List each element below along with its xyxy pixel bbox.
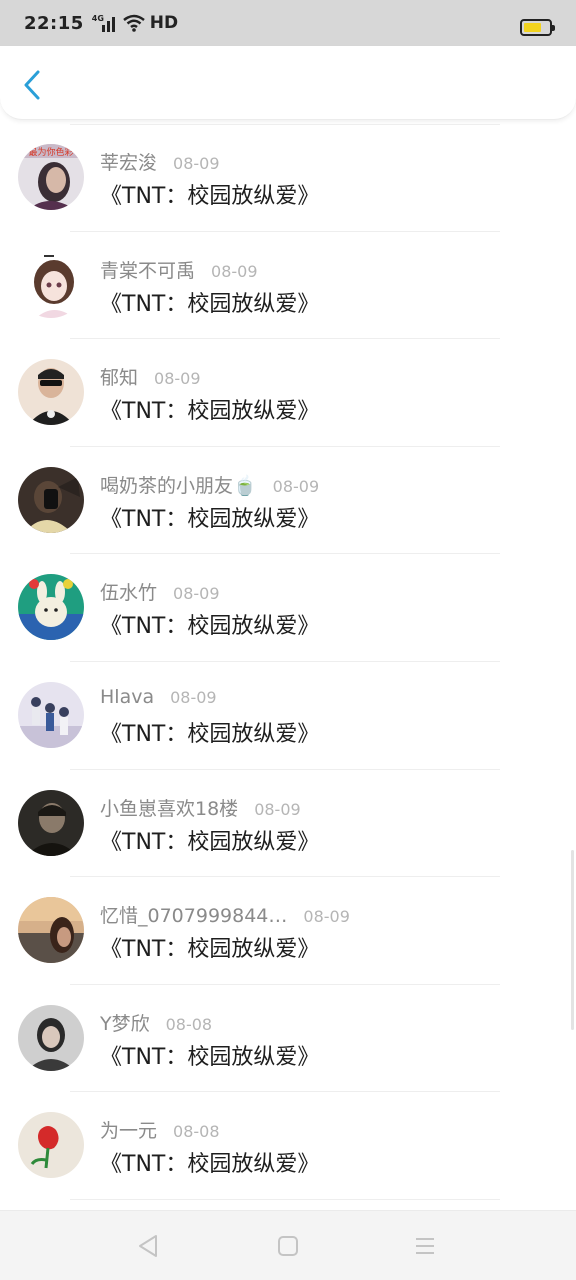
svg-text:最为你色彩: 最为你色彩 [28,146,73,158]
post-date: 08-09 [211,261,258,281]
name-line: 忆惜_0707999844… 08-09 [100,901,350,928]
book-title[interactable]: 《TNT：校园放纵爱》 [100,178,319,210]
triangle-back-icon[interactable] [136,1233,162,1259]
network-label: 4G [91,14,104,23]
user-name[interactable]: 喝奶茶的小朋友🍵 [100,471,257,498]
book-title[interactable]: 《TNT：校园放纵爱》 [100,1039,319,1071]
status-time: 22:15 [24,12,84,34]
user-name[interactable]: 小鱼崽喜欢18楼 [100,794,238,821]
name-line: 郁知 08-09 [100,363,201,390]
user-name[interactable]: 伍水竹 [100,578,157,605]
list-item[interactable]: 最为你色彩 莘宏浚 08-09 《TNT：校园放纵爱》 [0,124,576,232]
hd-label: HD [149,13,179,33]
user-name[interactable]: 青棠不可禹 [100,256,195,283]
book-title[interactable]: 《TNT：校园放纵爱》 [100,716,319,748]
user-name[interactable]: Y梦欣 [100,1009,150,1036]
system-nav-bar [0,1210,576,1280]
post-date: 08-09 [254,799,301,819]
name-line: Y梦欣 08-08 [100,1009,212,1036]
avatar[interactable] [18,574,84,641]
wifi-icon [123,14,145,32]
user-name[interactable]: Hlava [100,686,154,708]
name-line: Hlava 08-09 [100,686,217,708]
list-item[interactable]: 青棠不可禹 08-09 《TNT：校园放纵爱》 [0,232,576,340]
avatar[interactable] [18,1112,84,1179]
list-item[interactable]: Hlava 08-09 《TNT：校园放纵爱》 [0,662,576,770]
status-icons: 4G HD [92,13,178,33]
user-list: 最为你色彩 莘宏浚 08-09 《TNT：校园放纵爱》 青棠不可禹 08-09 … [0,124,576,1200]
scrollbar[interactable] [571,850,574,1030]
battery-icon [520,19,555,36]
list-item[interactable]: 郁知 08-09 《TNT：校园放纵爱》 [0,339,576,447]
book-title[interactable]: 《TNT：校园放纵爱》 [100,286,319,318]
post-date: 08-09 [173,154,220,173]
book-title[interactable]: 《TNT：校园放纵爱》 [100,1146,319,1178]
menu-lines-icon[interactable] [412,1233,438,1259]
signal-icon: 4G [92,14,118,32]
user-name[interactable]: 郁知 [100,363,138,390]
list-item[interactable]: Y梦欣 08-08 《TNT：校园放纵爱》 [0,985,576,1093]
post-date: 08-09 [272,476,320,496]
header [0,46,576,120]
name-line: 莘宏浚 08-09 [100,148,220,175]
name-line: 喝奶茶的小朋友🍵 08-09 [100,471,319,498]
avatar[interactable] [18,359,84,426]
divider [70,1198,500,1200]
book-title[interactable]: 《TNT：校园放纵爱》 [100,608,319,640]
book-title[interactable]: 《TNT：校园放纵爱》 [100,824,319,856]
battery-fill [524,23,541,32]
post-date: 08-09 [303,907,350,927]
list-item[interactable]: 为一元 08-08 《TNT：校园放纵爱》 [0,1092,576,1200]
back-button[interactable] [18,68,48,102]
avatar[interactable] [18,897,84,964]
avatar[interactable] [18,251,84,318]
post-date: 08-08 [173,1122,220,1142]
name-line: 伍水竹 08-09 [100,578,220,605]
user-name[interactable]: 莘宏浚 [100,148,157,175]
book-title[interactable]: 《TNT：校园放纵爱》 [100,393,319,425]
post-date: 08-09 [170,687,217,707]
name-line: 为一元 08-08 [100,1116,220,1143]
list-item[interactable]: 喝奶茶的小朋友🍵 08-09 《TNT：校园放纵爱》 [0,447,576,555]
book-title[interactable]: 《TNT：校园放纵爱》 [100,931,319,963]
book-title[interactable]: 《TNT：校园放纵爱》 [100,501,319,533]
user-name[interactable]: 忆惜_0707999844… [100,901,287,928]
list-item[interactable]: 忆惜_0707999844… 08-09 《TNT：校园放纵爱》 [0,877,576,985]
square-home-icon[interactable] [275,1233,301,1259]
status-bar: 22:15 4G HD [0,0,576,46]
list-item[interactable]: 小鱼崽喜欢18楼 08-09 《TNT：校园放纵爱》 [0,770,576,878]
post-date: 08-09 [154,369,201,389]
post-date: 08-09 [173,584,220,604]
list-item[interactable]: 伍水竹 08-09 《TNT：校园放纵爱》 [0,554,576,662]
avatar[interactable] [18,466,84,533]
name-line: 青棠不可禹 08-09 [100,256,258,283]
avatar[interactable] [18,681,84,748]
avatar[interactable]: 最为你色彩 [18,144,84,210]
post-date: 08-08 [165,1014,213,1034]
avatar[interactable] [18,1004,84,1071]
user-name[interactable]: 为一元 [100,1116,157,1143]
avatar[interactable] [18,789,84,856]
name-line: 小鱼崽喜欢18楼 08-09 [100,794,301,821]
